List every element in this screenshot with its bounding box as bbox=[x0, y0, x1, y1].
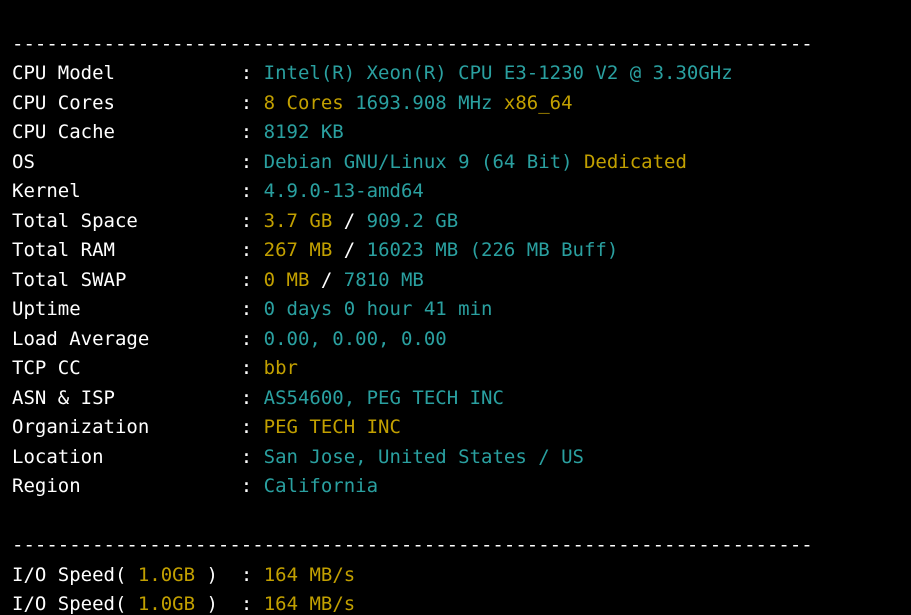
io-row: I/O Speed( 1.0GB ) : 164 MB/s bbox=[12, 561, 901, 591]
sysinfo-row: Load Average : 0.00, 0.00, 0.00 bbox=[12, 325, 901, 355]
field-separator: : bbox=[241, 239, 264, 261]
field-value-part bbox=[573, 151, 584, 173]
field-value-part: 909.2 GB bbox=[367, 210, 459, 232]
sysinfo-rows: CPU Model : Intel(R) Xeon(R) CPU E3-1230… bbox=[12, 59, 901, 502]
field-separator: : bbox=[241, 121, 264, 143]
field-value-part: AS54600, PEG TECH INC bbox=[264, 387, 504, 409]
sysinfo-row: CPU Model : Intel(R) Xeon(R) CPU E3-1230… bbox=[12, 59, 901, 89]
field-value-part: 0.00, 0.00, 0.00 bbox=[264, 328, 447, 350]
sysinfo-row: Total SWAP : 0 MB / 7810 MB bbox=[12, 266, 901, 296]
field-label: Organization bbox=[12, 416, 241, 438]
field-value-part: 267 MB bbox=[264, 239, 333, 261]
field-value-part: 0 MB bbox=[264, 269, 310, 291]
sysinfo-row: Region : California bbox=[12, 472, 901, 502]
field-separator: : bbox=[241, 446, 264, 468]
field-label: CPU Model bbox=[12, 62, 241, 84]
field-label: Total RAM bbox=[12, 239, 241, 261]
field-value-part: Intel(R) Xeon(R) CPU E3-1230 V2 @ 3.30GH… bbox=[264, 62, 733, 84]
field-label: CPU Cache bbox=[12, 121, 241, 143]
io-value: 164 MB/s bbox=[264, 564, 356, 586]
field-value-part: 3.7 GB bbox=[264, 210, 333, 232]
field-separator: : bbox=[241, 593, 264, 615]
sysinfo-row: TCP CC : bbr bbox=[12, 354, 901, 384]
field-label: Region bbox=[12, 475, 241, 497]
field-value-part: 4.9.0-13-amd64 bbox=[264, 180, 424, 202]
field-value-part: 7810 MB bbox=[344, 269, 424, 291]
field-value-part: 8192 KB bbox=[264, 121, 344, 143]
field-separator: : bbox=[241, 564, 264, 586]
field-separator: : bbox=[241, 269, 264, 291]
io-row: I/O Speed( 1.0GB ) : 164 MB/s bbox=[12, 590, 901, 615]
divider-top: ----------------------------------------… bbox=[12, 33, 813, 55]
sysinfo-row: Organization : PEG TECH INC bbox=[12, 413, 901, 443]
field-value-part: 0 days 0 hour 41 min bbox=[264, 298, 493, 320]
field-value-part: San Jose, United States / US bbox=[264, 446, 584, 468]
sysinfo-row: Total RAM : 267 MB / 16023 MB (226 MB Bu… bbox=[12, 236, 901, 266]
field-separator: : bbox=[241, 210, 264, 232]
field-value-part: 8 Cores bbox=[264, 92, 344, 114]
field-value-part: / bbox=[332, 239, 366, 261]
field-separator: : bbox=[241, 387, 264, 409]
field-value-part: 16023 MB bbox=[367, 239, 459, 261]
field-label: Kernel bbox=[12, 180, 241, 202]
sysinfo-row: Uptime : 0 days 0 hour 41 min bbox=[12, 295, 901, 325]
sysinfo-row: OS : Debian GNU/Linux 9 (64 Bit) Dedicat… bbox=[12, 148, 901, 178]
field-value-part: California bbox=[264, 475, 378, 497]
io-label: I/O Speed( 1.0GB ) bbox=[12, 564, 218, 586]
field-separator: : bbox=[241, 298, 264, 320]
field-label: OS bbox=[12, 151, 241, 173]
field-value-part: x86_64 bbox=[504, 92, 573, 114]
field-separator: : bbox=[241, 475, 264, 497]
field-value-part: (226 MB Buff) bbox=[458, 239, 618, 261]
field-label: Uptime bbox=[12, 298, 241, 320]
field-value-part: bbr bbox=[264, 357, 298, 379]
field-label: ASN & ISP bbox=[12, 387, 241, 409]
field-separator: : bbox=[241, 151, 264, 173]
field-separator: : bbox=[241, 416, 264, 438]
field-separator: : bbox=[241, 357, 264, 379]
io-value: 164 MB/s bbox=[264, 593, 356, 615]
field-value-part: PEG TECH INC bbox=[264, 416, 401, 438]
field-separator: : bbox=[241, 62, 264, 84]
field-value-part: Dedicated bbox=[584, 151, 687, 173]
field-label: Location bbox=[12, 446, 241, 468]
field-separator: : bbox=[241, 180, 264, 202]
io-label-size: 1.0GB bbox=[138, 593, 195, 615]
field-value-part: 1693.908 MHz bbox=[344, 92, 504, 114]
sysinfo-row: Total Space : 3.7 GB / 909.2 GB bbox=[12, 207, 901, 237]
io-rows: I/O Speed( 1.0GB ) : 164 MB/sI/O Speed( … bbox=[12, 561, 901, 615]
field-label: TCP CC bbox=[12, 357, 241, 379]
field-value-part: / bbox=[332, 210, 366, 232]
sysinfo-row: ASN & ISP : AS54600, PEG TECH INC bbox=[12, 384, 901, 414]
sysinfo-row: Kernel : 4.9.0-13-amd64 bbox=[12, 177, 901, 207]
field-value-part: Debian GNU/Linux 9 (64 Bit) bbox=[264, 151, 573, 173]
io-label-prefix: I/O Speed( bbox=[12, 593, 138, 615]
sysinfo-row: CPU Cores : 8 Cores 1693.908 MHz x86_64 bbox=[12, 89, 901, 119]
sysinfo-row: Location : San Jose, United States / US bbox=[12, 443, 901, 473]
field-label: Load Average bbox=[12, 328, 241, 350]
field-label: Total SWAP bbox=[12, 269, 241, 291]
field-label: Total Space bbox=[12, 210, 241, 232]
field-separator: : bbox=[241, 328, 264, 350]
field-separator: : bbox=[241, 92, 264, 114]
field-label: CPU Cores bbox=[12, 92, 241, 114]
sysinfo-row: CPU Cache : 8192 KB bbox=[12, 118, 901, 148]
io-label-suffix: ) bbox=[195, 564, 218, 586]
divider-mid: ----------------------------------------… bbox=[12, 534, 813, 556]
field-value-part: / bbox=[309, 269, 343, 291]
io-label-suffix: ) bbox=[195, 593, 218, 615]
io-label-size: 1.0GB bbox=[138, 564, 195, 586]
io-label: I/O Speed( 1.0GB ) bbox=[12, 593, 218, 615]
io-label-prefix: I/O Speed( bbox=[12, 564, 138, 586]
terminal-output: ----------------------------------------… bbox=[0, 0, 911, 615]
